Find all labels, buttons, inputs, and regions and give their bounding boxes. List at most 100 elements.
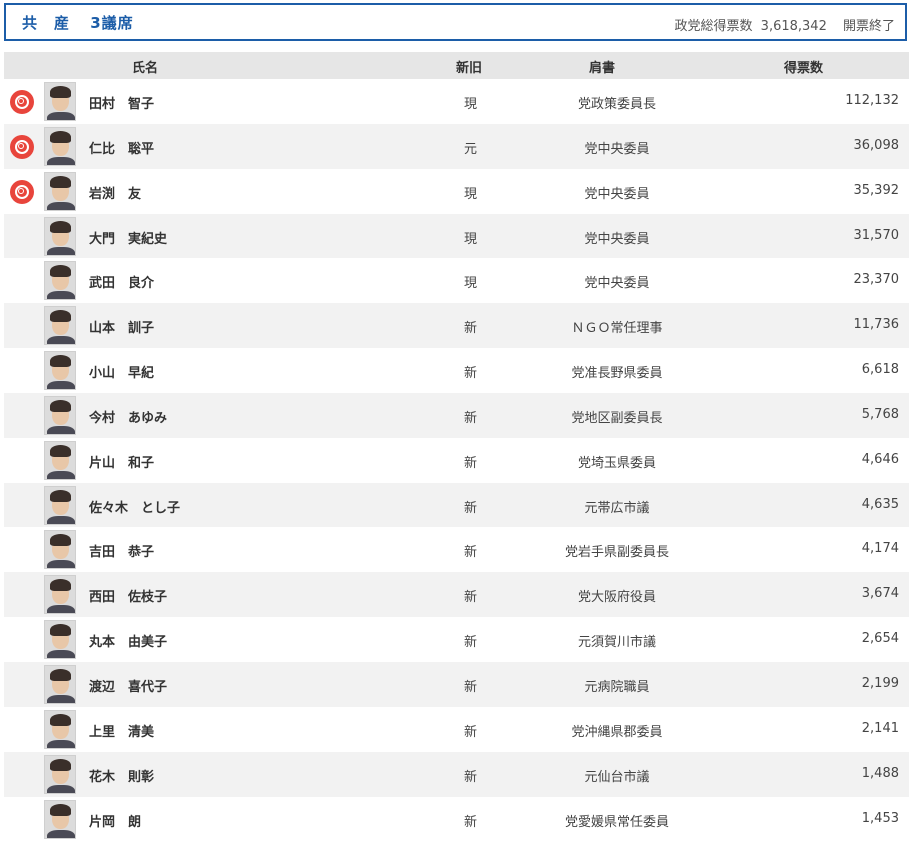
table-row: 岩渕 友 現 党中央委員 35,392 <box>4 169 909 214</box>
table-row: 山本 訓子 新 ＮＧＯ常任理事 11,736 <box>4 303 909 349</box>
party-name: 共 産 <box>22 14 71 32</box>
candidate-photo <box>44 530 76 570</box>
elected-rose-icon <box>10 134 34 159</box>
total-votes-label: 政党総得票数 <box>674 19 753 34</box>
candidate-name: 田村 智子 <box>89 97 155 112</box>
candidate-status: 新 <box>464 545 478 561</box>
candidate-title: 元帯広市議 <box>584 500 650 516</box>
candidate-photo <box>44 306 76 346</box>
candidate-title: ＮＧＯ常任理事 <box>571 321 663 337</box>
candidate-title: 元仙台市議 <box>584 769 650 785</box>
table-row: 吉田 恭子 新 党岩手県副委員長 4,174 <box>4 527 909 572</box>
candidate-name: 片岡 朗 <box>89 814 142 830</box>
column-header-name: 氏名 <box>132 61 159 76</box>
table-row: 渡辺 喜代子 新 元病院職員 2,199 <box>4 661 909 707</box>
candidate-name: 小山 早紀 <box>89 366 155 382</box>
total-votes-value: 3,618,342 <box>760 19 827 34</box>
candidate-status: 新 <box>464 769 478 785</box>
candidate-photo <box>44 395 76 435</box>
table-row: 仁比 聡平 元 党中央委員 36,098 <box>4 123 909 169</box>
candidate-photo <box>44 754 76 794</box>
elected-rose-icon <box>10 179 34 204</box>
seat-count: 3議席 <box>90 14 134 32</box>
candidate-name: 上里 清美 <box>89 724 155 740</box>
candidate-status: 現 <box>464 97 478 112</box>
candidate-title: 党中央委員 <box>584 276 650 292</box>
candidate-votes: 4,646 <box>861 451 899 467</box>
count-status: 開票終了 <box>842 19 895 34</box>
candidate-photo <box>44 261 76 301</box>
table-row: 西田 佐枝子 新 党大阪府役員 3,674 <box>4 572 909 618</box>
table-row: 今村 あゆみ 新 党地区副委員長 5,768 <box>4 392 909 438</box>
candidate-title: 党埼玉県委員 <box>577 455 656 471</box>
candidate-status: 現 <box>464 276 478 292</box>
candidate-photo <box>44 126 76 166</box>
candidate-name: 渡辺 喜代子 <box>89 679 168 695</box>
candidate-title: 党中央委員 <box>584 141 650 157</box>
party-title: 共 産 3議席 <box>22 12 134 33</box>
candidate-votes: 6,618 <box>861 362 899 378</box>
candidate-status: 元 <box>464 141 478 157</box>
candidate-photo <box>44 575 76 615</box>
candidate-status: 新 <box>464 814 478 830</box>
candidate-status: 新 <box>464 455 478 471</box>
candidate-photo <box>44 664 76 704</box>
candidate-name: 吉田 恭子 <box>89 545 155 561</box>
candidate-name: 大門 実紀史 <box>89 231 168 247</box>
candidate-name: 武田 良介 <box>89 276 155 292</box>
candidate-status: 現 <box>464 186 478 202</box>
candidate-name: 山本 訓子 <box>89 321 155 337</box>
candidate-name: 丸本 由美子 <box>89 635 168 651</box>
table-row: 花木 則彰 新 元仙台市議 1,488 <box>4 751 909 797</box>
candidate-photo <box>44 216 76 256</box>
candidate-votes: 1,453 <box>861 810 899 826</box>
candidate-votes: 4,174 <box>861 541 899 557</box>
candidate-votes: 2,654 <box>861 631 899 647</box>
candidate-status: 新 <box>464 635 478 651</box>
candidate-name: 仁比 聡平 <box>89 141 155 157</box>
table-row: 大門 実紀史 現 党中央委員 31,570 <box>4 213 909 259</box>
candidate-photo <box>44 620 76 660</box>
table-row: 田村 智子 現 党政策委員長 112,132 <box>4 79 909 124</box>
column-header-new-old: 新旧 <box>456 61 483 76</box>
total-votes-summary: 政党総得票数 3,618,342 開票終了 <box>671 15 895 34</box>
candidate-status: 新 <box>464 590 478 606</box>
candidate-votes: 35,392 <box>853 182 900 198</box>
candidate-status: 新 <box>464 679 478 695</box>
candidate-title: 党政策委員長 <box>577 97 656 112</box>
candidate-status: 新 <box>464 500 478 516</box>
candidate-photo <box>44 440 76 480</box>
table-row: 武田 良介 現 党中央委員 23,370 <box>4 258 909 303</box>
candidate-votes: 112,132 <box>845 93 899 108</box>
table-row: 小山 早紀 新 党准長野県委員 6,618 <box>4 348 909 393</box>
candidate-title: 党岩手県副委員長 <box>564 545 669 561</box>
candidate-votes: 3,674 <box>861 586 899 602</box>
candidate-votes: 36,098 <box>853 137 900 153</box>
table-row: 片山 和子 新 党埼玉県委員 4,646 <box>4 438 909 483</box>
table-header: 氏名 新旧 肩書 得票数 <box>4 52 909 79</box>
candidate-title: 党大阪府役員 <box>577 590 656 606</box>
candidate-status: 新 <box>464 410 478 426</box>
table-body: 田村 智子現党政策委員長 112,132 仁比 聡平元党中央委員 36,098 岩渕 友… <box>4 79 909 841</box>
candidate-photo <box>44 709 76 749</box>
table-row: 上里 清美 新 党沖縄県郡委員 2,141 <box>4 707 909 752</box>
candidate-photo <box>44 82 76 121</box>
table-row: 佐々木 とし子 新 元帯広市議 4,635 <box>4 482 909 528</box>
candidate-status: 新 <box>464 321 478 337</box>
table-row: 片岡 朗 新 党愛媛県常任委員 1,453 <box>4 797 909 841</box>
candidate-photo <box>44 171 76 211</box>
candidate-title: 党地区副委員長 <box>571 410 663 426</box>
candidate-votes: 23,370 <box>853 272 900 288</box>
candidate-votes: 2,199 <box>861 675 899 691</box>
candidate-status: 新 <box>464 724 478 740</box>
candidate-votes: 31,570 <box>853 227 900 243</box>
candidate-name: 岩渕 友 <box>89 186 142 202</box>
candidate-title: 元須賀川市議 <box>577 635 656 651</box>
candidate-status: 新 <box>464 366 478 382</box>
elected-rose-icon <box>10 90 34 114</box>
candidate-votes: 4,635 <box>861 496 899 512</box>
candidate-name: 西田 佐枝子 <box>89 590 168 606</box>
table-row: 丸本 由美子 新 元須賀川市議 2,654 <box>4 617 909 662</box>
party-header: 共 産 3議席 政党総得票数 3,618,342 開票終了 <box>4 3 907 41</box>
candidate-title: 元病院職員 <box>584 679 650 695</box>
